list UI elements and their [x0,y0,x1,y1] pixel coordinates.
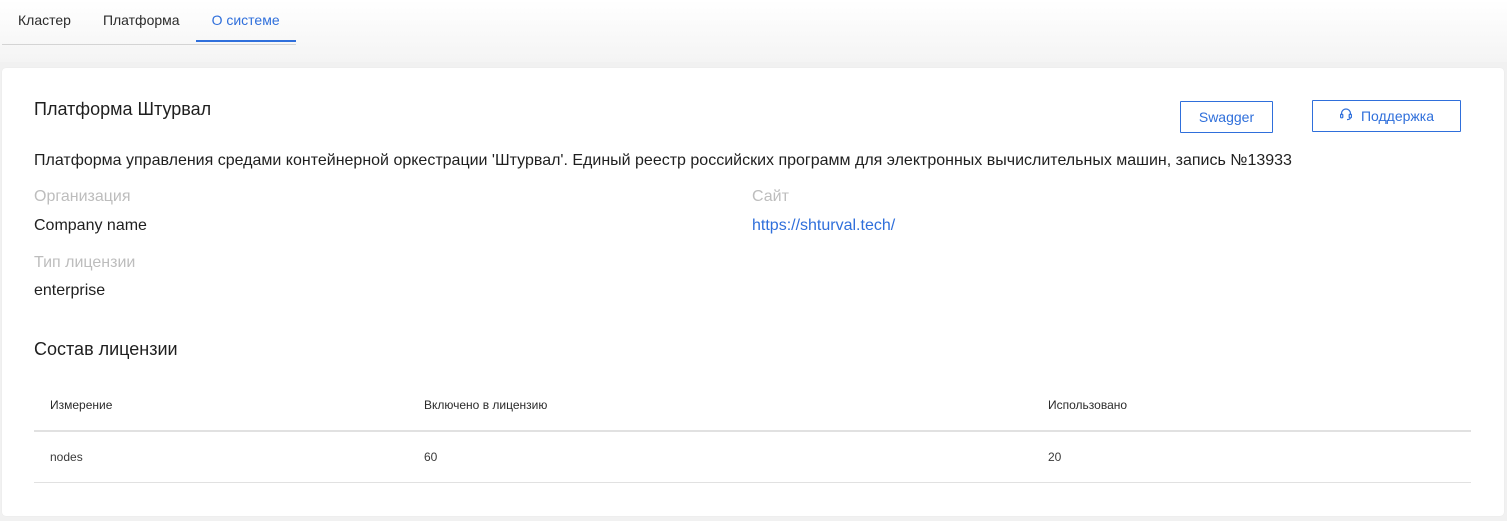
tab-bar: Кластер Платформа О системе [2,0,296,45]
table-row: nodes 60 20 [34,432,1471,483]
license-type-value: enterprise [34,282,106,299]
tab-platform[interactable]: Платформа [87,0,196,42]
site-link[interactable]: https://shturval.tech/ [752,217,895,235]
cell-dimension: nodes [50,450,83,464]
license-section-title: Состав лицензии [34,339,178,359]
page-title: Платформа Штурвал [34,99,212,119]
column-header-dimension[interactable]: Измерение [50,380,112,430]
cell-included: 60 [424,450,438,464]
swagger-button-label: Swagger [1198,109,1255,125]
cell-used: 20 [1048,450,1062,464]
tab-about-system[interactable]: О системе [195,0,296,42]
headset-icon [1339,101,1353,131]
support-button[interactable]: Поддержка [1312,100,1461,132]
about-card: Платформа Штурвал Swagger Поддержка Плат… [2,68,1504,516]
top-bar: Кластер Платформа О системе [0,0,1507,62]
tab-cluster[interactable]: Кластер [2,0,87,42]
support-button-label: Поддержка [1360,108,1435,124]
organization-value: Company name [34,217,147,234]
organization-label: Организация [34,188,131,205]
license-type-label: Тип лицензии [34,254,136,271]
platform-description: Платформа управления средами контейнерно… [34,152,1292,169]
swagger-button[interactable]: Swagger [1180,101,1273,133]
site-label: Сайт [752,188,789,205]
column-header-included[interactable]: Включено в лицензию [424,380,547,430]
table-header: Измерение Включено в лицензию Использова… [34,380,1471,432]
license-table: Измерение Включено в лицензию Использова… [34,380,1471,483]
column-header-used[interactable]: Использовано [1048,380,1127,430]
